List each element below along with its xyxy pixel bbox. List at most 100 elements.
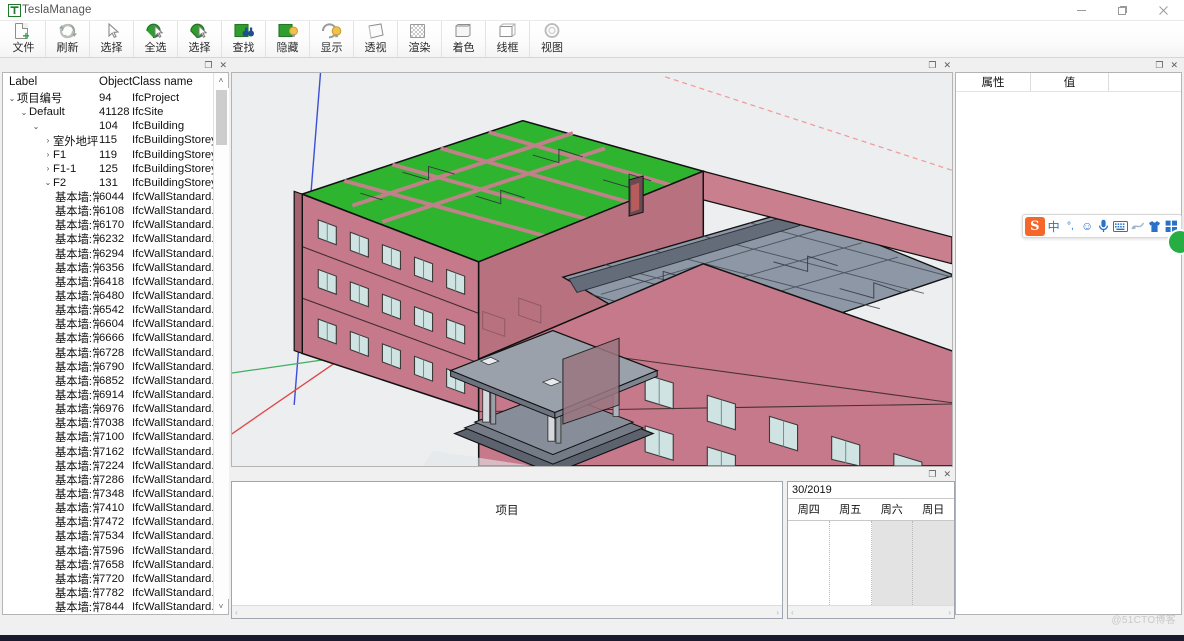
- chevron-down-icon[interactable]: ⌄: [31, 122, 41, 131]
- calendar-day-column[interactable]: [830, 521, 872, 605]
- tree-close-button[interactable]: ✕: [219, 60, 227, 70]
- viewport-float-button[interactable]: ❐: [928, 60, 936, 70]
- project-close-button[interactable]: ✕: [943, 469, 951, 479]
- chevron-down-icon[interactable]: ⌄: [19, 108, 29, 117]
- 3d-viewport[interactable]: [231, 72, 953, 467]
- tree-row[interactable]: 基本墙:常...7472IfcWallStandard...: [3, 515, 228, 529]
- tree-row[interactable]: 基本墙:常...6914IfcWallStandard...: [3, 388, 228, 402]
- calendar-scroll-right-arrow[interactable]: ›: [948, 608, 951, 617]
- toolbar-button-view[interactable]: 视图: [530, 21, 574, 57]
- toolbar-label: 透视: [364, 41, 387, 54]
- tree-row[interactable]: 基本墙:常...7782IfcWallStandard...: [3, 586, 228, 600]
- tree-float-button[interactable]: ❐: [204, 60, 212, 70]
- tree-row[interactable]: 基本墙:常...7100IfcWallStandard...: [3, 430, 228, 444]
- toolbar-button-select-all[interactable]: 全选: [134, 21, 178, 57]
- tree-row[interactable]: 基本墙:常...6480IfcWallStandard...: [3, 289, 228, 303]
- tree-row[interactable]: 基本墙:常...6356IfcWallStandard...: [3, 261, 228, 275]
- toolbar-button-wireframe[interactable]: 线框: [486, 21, 530, 57]
- toolbar-button-render[interactable]: 渲染: [398, 21, 442, 57]
- toolbar-button-perspective[interactable]: 透视: [354, 21, 398, 57]
- project-horizontal-scrollbar[interactable]: ‹ ›: [232, 605, 782, 618]
- tree-row[interactable]: 基本墙:常...6852IfcWallStandard...: [3, 374, 228, 388]
- tree-row[interactable]: ⌄ Default 41128 IfcSite: [3, 105, 228, 119]
- tree-row[interactable]: 基本墙:常...6976IfcWallStandard...: [3, 402, 228, 416]
- calendar-weekday-label: 周日: [922, 504, 945, 516]
- toolbar-button-select-object[interactable]: 选择: [178, 21, 222, 57]
- calendar-grid[interactable]: [788, 520, 954, 605]
- viewport-close-button[interactable]: ✕: [943, 60, 951, 70]
- close-button[interactable]: [1143, 0, 1184, 21]
- properties-float-button[interactable]: ❐: [1155, 60, 1163, 70]
- tree-row[interactable]: 基本墙:常...7844IfcWallStandard...: [3, 600, 228, 614]
- calendar-day-column[interactable]: [913, 521, 954, 605]
- project-scroll-right-arrow[interactable]: ›: [776, 608, 779, 617]
- tree-row[interactable]: 基本墙:常...7286IfcWallStandard...: [3, 473, 228, 487]
- toolbar-button-find[interactable]: 查找: [222, 21, 266, 57]
- tree-row[interactable]: 基本墙:常...6294IfcWallStandard...: [3, 247, 228, 261]
- chevron-down-icon[interactable]: ⌄: [43, 178, 53, 187]
- tree-row[interactable]: 基本墙:常...7224IfcWallStandard...: [3, 459, 228, 473]
- sogou-logo-icon[interactable]: S: [1025, 216, 1045, 236]
- tree-row[interactable]: 基本墙:常...6170IfcWallStandard...: [3, 218, 228, 232]
- toolbar-button-refresh[interactable]: 刷新: [46, 21, 90, 57]
- emoji-icon[interactable]: ☺: [1079, 216, 1095, 236]
- tree-row[interactable]: › F1-1 125 IfcBuildingStorey: [3, 162, 228, 176]
- minimize-button[interactable]: [1061, 0, 1102, 21]
- tree-row[interactable]: 基本墙:常...6728IfcWallStandard...: [3, 346, 228, 360]
- tree-row[interactable]: 基本墙:常...7596IfcWallStandard...: [3, 544, 228, 558]
- tree-row[interactable]: 基本墙:常...7162IfcWallStandard...: [3, 445, 228, 459]
- tree-row[interactable]: › 室外地坪 115 IfcBuildingStorey: [3, 133, 228, 147]
- tree-row[interactable]: 基本墙:常...6044IfcWallStandard...: [3, 190, 228, 204]
- project-scroll-left-arrow[interactable]: ‹: [235, 608, 238, 617]
- keyboard-icon[interactable]: [1113, 216, 1129, 236]
- toolbar-button-file[interactable]: + 文件: [2, 21, 46, 57]
- chinese-mode-icon[interactable]: 中: [1046, 216, 1062, 236]
- tree-scroll-up-arrow[interactable]: ˄: [214, 73, 229, 88]
- tree-row[interactable]: 基本墙:常...7534IfcWallStandard...: [3, 529, 228, 543]
- tree-vertical-scrollbar[interactable]: ˄ ˅: [213, 73, 229, 614]
- tree-row[interactable]: 基本墙:常...6418IfcWallStandard...: [3, 275, 228, 289]
- wireframe-icon: [495, 22, 521, 41]
- calendar-day-column[interactable]: [871, 521, 914, 605]
- maximize-button[interactable]: [1102, 0, 1143, 21]
- tree-row[interactable]: 基本墙:常...6108IfcWallStandard...: [3, 204, 228, 218]
- tree-row[interactable]: 基本墙:常...6604IfcWallStandard...: [3, 317, 228, 331]
- tree-row[interactable]: 基本墙:常...6542IfcWallStandard...: [3, 303, 228, 317]
- tree-scroll-down-arrow[interactable]: ˅: [214, 599, 229, 614]
- tree-row[interactable]: 基本墙:常...7348IfcWallStandard...: [3, 487, 228, 501]
- tree-row[interactable]: 基本墙:常...7720IfcWallStandard...: [3, 572, 228, 586]
- chevron-right-icon[interactable]: ›: [43, 136, 53, 145]
- tree-row-object-id: 6044: [99, 191, 125, 204]
- chevron-right-icon[interactable]: ›: [43, 164, 53, 173]
- voice-input-icon[interactable]: [1096, 216, 1112, 236]
- chevron-down-icon[interactable]: ⌄: [7, 94, 17, 103]
- toolbar-button-hide[interactable]: 隐藏: [266, 21, 310, 57]
- tree-row[interactable]: 基本墙:常...6790IfcWallStandard...: [3, 360, 228, 374]
- tree-row[interactable]: ⌄ 104 IfcBuilding: [3, 119, 228, 133]
- tree-row[interactable]: 基本墙:常...6232IfcWallStandard...: [3, 232, 228, 246]
- punctuation-icon[interactable]: °,: [1063, 216, 1079, 236]
- chevron-right-icon[interactable]: ›: [43, 150, 53, 159]
- tree-row[interactable]: 基本墙:常...7658IfcWallStandard...: [3, 558, 228, 572]
- toolbar-button-select[interactable]: 选择: [90, 21, 134, 57]
- project-body[interactable]: [232, 518, 782, 605]
- tree-scroll-track[interactable]: [213, 88, 229, 599]
- tree-row[interactable]: 基本墙:常...7038IfcWallStandard...: [3, 416, 228, 430]
- calendar-day-column[interactable]: [788, 521, 830, 605]
- tree-scroll-thumb[interactable]: [215, 90, 227, 145]
- tree-row[interactable]: ⌄ 项目编号 94 IfcProject: [3, 91, 228, 105]
- handwriting-icon[interactable]: [1130, 216, 1146, 236]
- toolbar-button-show[interactable]: 显示: [310, 21, 354, 57]
- skin-tshirt-icon[interactable]: [1146, 216, 1162, 236]
- tree-row[interactable]: › F1 119 IfcBuildingStorey: [3, 148, 228, 162]
- tree-row[interactable]: 基本墙:常...7410IfcWallStandard...: [3, 501, 228, 515]
- toolbar-button-shaded[interactable]: 着色: [442, 21, 486, 57]
- toolbar-label: 视图: [541, 41, 563, 54]
- tree-row[interactable]: 基本墙:常...6666IfcWallStandard...: [3, 331, 228, 345]
- tree-row[interactable]: ⌄ F2 131 IfcBuildingStorey: [3, 176, 228, 190]
- project-float-button[interactable]: ❐: [928, 469, 936, 479]
- calendar-scroll-left-arrow[interactable]: ‹: [791, 608, 794, 617]
- ime-floating-toolbar[interactable]: S 中 °, ☺: [1022, 214, 1184, 255]
- properties-close-button[interactable]: ✕: [1170, 60, 1178, 70]
- calendar-horizontal-scrollbar[interactable]: ‹ ›: [788, 605, 954, 618]
